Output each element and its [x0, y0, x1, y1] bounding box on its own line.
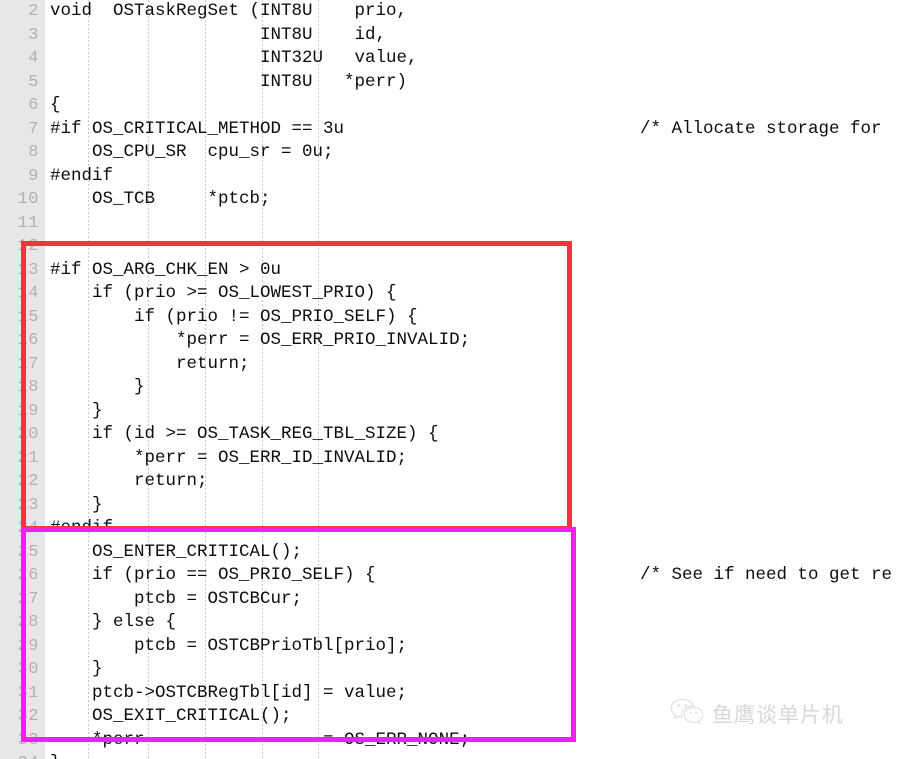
code-text: INT8U *perr) [50, 71, 408, 92]
line-number: 4 [28, 49, 39, 68]
code-text: #if OS_CRITICAL_METHOD == 3u [50, 118, 345, 139]
line-number: 3 [28, 25, 39, 45]
annotation-rect-magenta [21, 527, 576, 742]
code-editor: 2 3 4 5 6 7 8 9 10 11 12 13 14 15 16 17 18 19 20 21 22 23 24 25… [0, 0, 922, 759]
line-number: 11 [17, 213, 39, 233]
code-text: OS_TCB *ptcb; [50, 189, 271, 209]
watermark-text: 鱼鹰谈单片机 [712, 702, 844, 727]
annotation-rect-red [21, 241, 572, 531]
code-text: #endif [50, 165, 114, 186]
code-text: INT8U id, [50, 24, 387, 45]
code-text: INT32U value, [50, 48, 418, 68]
line-number: 6 [28, 96, 39, 115]
line-number: 2 [28, 2, 39, 21]
line-number: 34 [0, 752, 39, 759]
code-text: } [50, 752, 61, 759]
code-comment: /* See if need to get re [640, 565, 893, 585]
wechat-icon [670, 698, 704, 729]
watermark: 鱼鹰谈单片机 [670, 698, 844, 729]
code-text: OS_CPU_SR cpu_sr = 0u; [50, 142, 334, 162]
line-number: 5 [28, 72, 39, 92]
line-number: 9 [28, 166, 39, 186]
code-comment: /* Allocate storage for [640, 118, 882, 139]
code-text: void OSTaskRegSet (INT8U prio, [50, 1, 408, 21]
line-number: 8 [28, 143, 39, 162]
line-number: 10 [17, 190, 39, 209]
code-text: { [50, 95, 61, 115]
line-number: 7 [28, 119, 39, 139]
